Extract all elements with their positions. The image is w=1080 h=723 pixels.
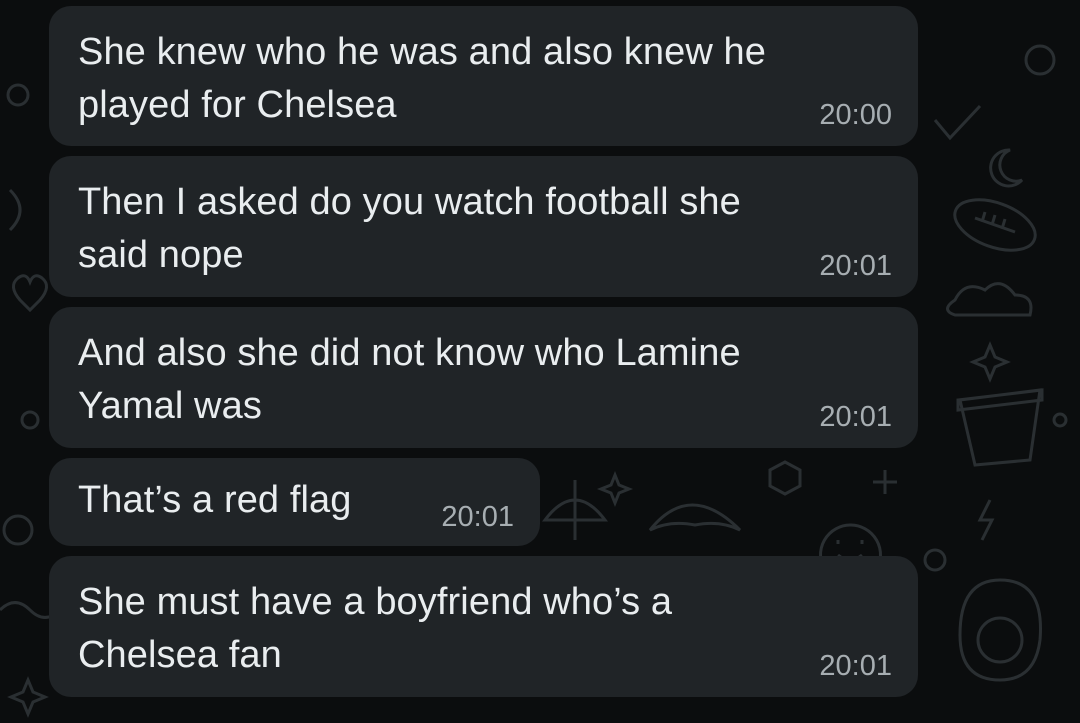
message-text: That’s a red flag [78,479,352,521]
message-timestamp: 20:01 [819,250,892,282]
message-timestamp: 20:00 [819,99,892,131]
message-bubble[interactable]: Then I asked do you watch football she s… [49,156,918,297]
message-bubble[interactable]: And also she did not know who Lamine Yam… [49,307,918,448]
message-text: Then I asked do you watch football she s… [78,181,741,276]
message-list[interactable]: She knew who he was and also knew he pla… [0,0,1080,723]
message-timestamp: 20:01 [819,650,892,682]
message-bubble[interactable]: She knew who he was and also knew he pla… [49,6,918,146]
message-bubble[interactable]: She must have a boyfriend who’s a Chelse… [49,556,918,697]
message-text: She must have a boyfriend who’s a Chelse… [78,581,673,676]
message-bubble[interactable]: That’s a red flag 20:01 [49,458,540,546]
message-timestamp: 20:01 [819,401,892,433]
message-timestamp: 20:01 [441,501,514,533]
message-text: And also she did not know who Lamine Yam… [78,332,741,427]
message-text: She knew who he was and also knew he pla… [78,31,767,126]
